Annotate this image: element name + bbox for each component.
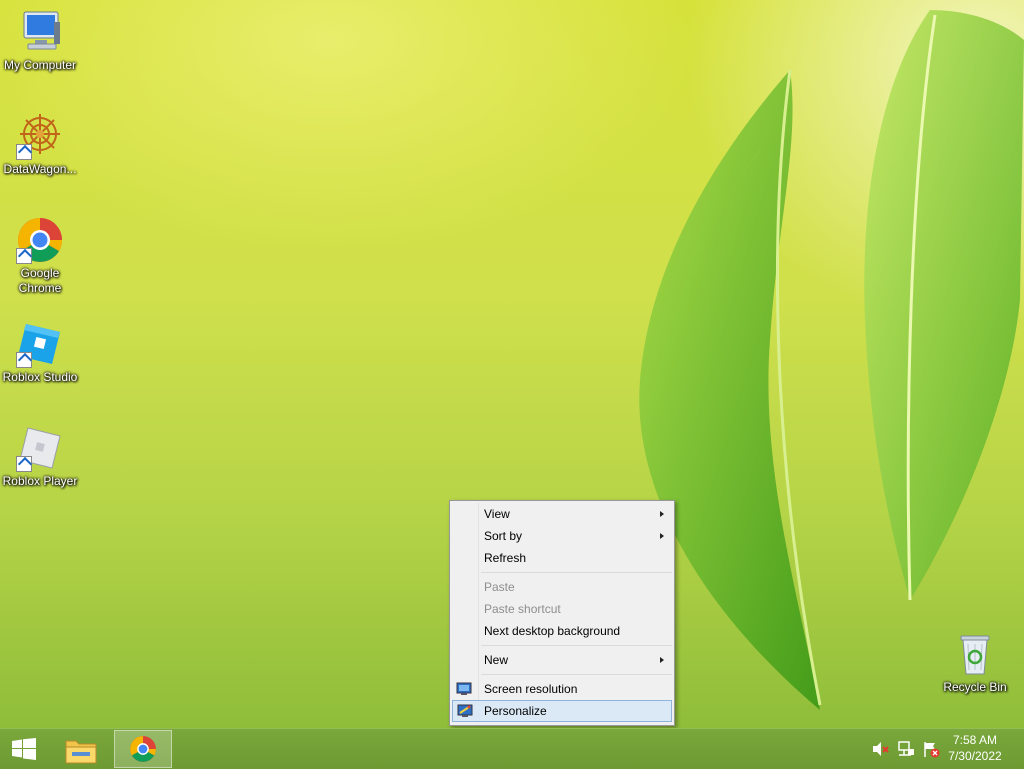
display-settings-icon [456,681,472,695]
personalize-icon [457,704,473,718]
menu-separator [481,645,672,646]
desktop-icon-datawagon[interactable]: DataWagon... [0,112,80,177]
desktop-icon-label: My Computer [3,58,77,72]
taskbar-file-explorer-button[interactable] [58,730,104,768]
clock-time: 7:58 AM [952,733,998,747]
menu-separator [481,674,672,675]
taskbar-clock[interactable]: 7:58 AM 7/30/2022 [940,732,1010,764]
desktop-icon-label: Roblox Player [2,474,78,488]
roblox-studio-icon [16,320,64,368]
menu-item-label: Next desktop background [484,624,621,638]
menu-item-paste-shortcut: Paste shortcut [452,598,672,620]
shortcut-arrow-icon [16,456,32,472]
menu-item-label: Personalize [484,704,547,718]
desktop[interactable]: My Computer DataWagon... Google Chrome R… [0,0,1024,728]
desktop-icon-label: Roblox Studio [2,370,78,384]
desktop-icon-recycle-bin[interactable]: Recycle Bin [935,630,1015,695]
submenu-arrow-icon [660,511,664,517]
recycle-bin-icon [951,630,999,678]
menu-item-sort-by[interactable]: Sort by [452,525,672,547]
menu-item-refresh[interactable]: Refresh [452,547,672,569]
network-icon[interactable] [897,740,915,763]
menu-item-label: Paste shortcut [484,602,561,616]
menu-item-next-desktop-background[interactable]: Next desktop background [452,620,672,642]
desktop-icon-label: Google Chrome [18,266,62,295]
file-explorer-icon [64,735,98,770]
menu-item-paste: Paste [452,576,672,598]
menu-item-label: New [484,653,509,667]
computer-icon [16,8,64,56]
chrome-icon [16,216,64,264]
menu-item-label: Paste [484,580,515,594]
desktop-icon-my-computer[interactable]: My Computer [0,8,80,73]
menu-item-label: View [484,507,510,521]
shortcut-arrow-icon [16,144,32,160]
menu-item-personalize[interactable]: Personalize [452,700,672,722]
submenu-arrow-icon [660,533,664,539]
menu-item-screen-resolution[interactable]: Screen resolution [452,678,672,700]
desktop-icon-google-chrome[interactable]: Google Chrome [0,216,80,296]
menu-item-label: Refresh [484,551,527,565]
menu-separator [481,572,672,573]
start-button[interactable] [0,730,48,768]
desktop-icon-label: Recycle Bin [943,680,1007,694]
volume-muted-icon[interactable] [872,741,890,762]
desktop-icon-roblox-studio[interactable]: Roblox Studio [0,320,80,385]
taskbar: 7:58 AM 7/30/2022 [0,728,1024,769]
submenu-arrow-icon [660,657,664,663]
roblox-player-icon [16,424,64,472]
desktop-context-menu: View Sort by Refresh Paste Paste shortcu… [449,500,675,726]
chrome-icon [129,735,157,768]
taskbar-chrome-button[interactable] [114,730,172,768]
menu-item-view[interactable]: View [452,503,672,525]
desktop-icon-roblox-player[interactable]: Roblox Player [0,424,80,489]
desktop-icon-label: DataWagon... [3,162,77,176]
shortcut-arrow-icon [16,248,32,264]
windows-logo-icon [12,738,36,765]
menu-item-label: Sort by [484,529,523,543]
datawagon-icon [16,112,64,160]
action-center-flag-icon[interactable] [922,740,940,763]
clock-date: 7/30/2022 [948,749,1002,763]
menu-item-new[interactable]: New [452,649,672,671]
shortcut-arrow-icon [16,352,32,368]
menu-item-label: Screen resolution [484,682,578,696]
